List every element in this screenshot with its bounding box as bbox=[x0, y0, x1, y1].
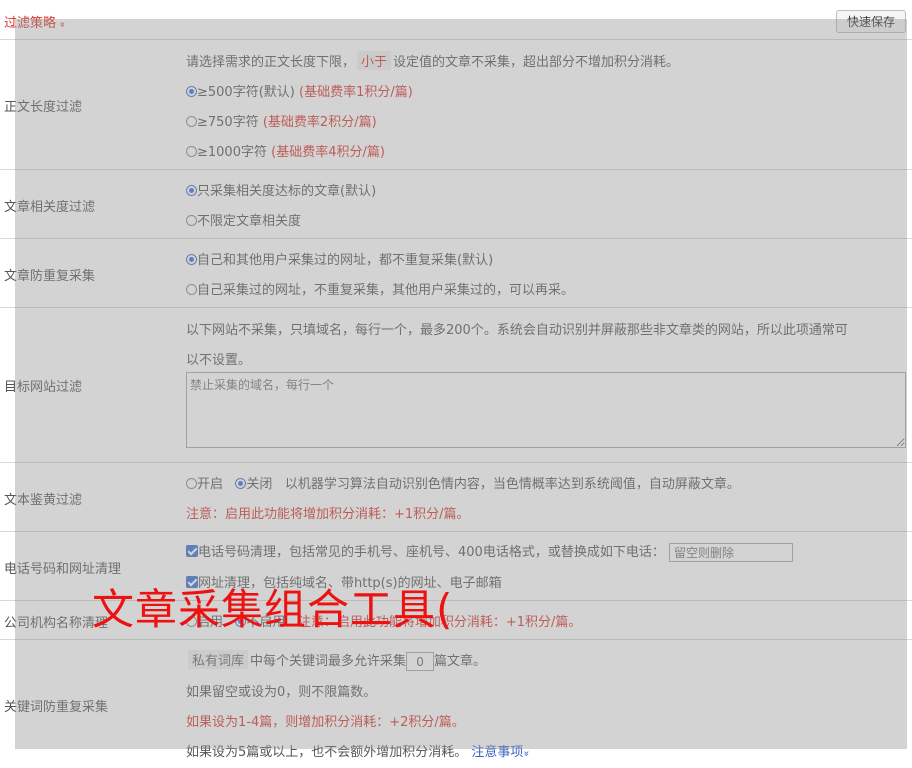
porn-filter-label: 文本鉴黄过滤 bbox=[4, 493, 83, 508]
keyword-dedupe-row: 关键词防重复采集 私有词库中每个关键词最多允许采集 篇文章。 如果留空或设为0，则… bbox=[0, 640, 912, 768]
option-label: ≥750字符 bbox=[197, 115, 259, 130]
chevron-down-icon: » bbox=[521, 750, 532, 757]
quick-save-button[interactable]: 快速保存 bbox=[836, 10, 906, 33]
radio-button[interactable] bbox=[186, 254, 197, 265]
radio-button-off[interactable] bbox=[235, 478, 247, 489]
option-label: ≥500字符(默认) bbox=[197, 85, 295, 100]
radio-button[interactable] bbox=[186, 146, 197, 157]
max-articles-input[interactable] bbox=[406, 652, 435, 671]
radio-button[interactable] bbox=[186, 185, 197, 196]
watermark-text: 文章采集组合工具( bbox=[92, 585, 454, 634]
desc-text: 请选择需求的正文长度下限， bbox=[186, 55, 356, 70]
keyword-text: 中每个关键词最多允许采集 bbox=[250, 654, 407, 669]
site-filter-label: 目标网站过滤 bbox=[4, 380, 83, 395]
porn-filter-row: 文本鉴黄过滤 开启 关闭 以机器学习算法自动识别色情内容，当色情概率达到系统阈值… bbox=[0, 463, 912, 532]
phone-clean-option: 电话号码清理，包括常见的手机号、座机号、400电话格式，或替换成如下电话： bbox=[186, 541, 793, 562]
length-option-1000[interactable]: ≥1000字符 (基础费率4积分/篇) bbox=[186, 141, 385, 160]
keyword-text: 如果设为5篇或以上，也不会额外增加积分消耗。 bbox=[186, 745, 468, 760]
option-label: 只采集相关度达标的文章(默认) bbox=[197, 184, 377, 199]
notes-link[interactable]: 注意事项» bbox=[471, 745, 532, 760]
keyword-dedupe-line-3: 如果设为1-4篇，则增加积分消耗：+2积分/篇。 bbox=[186, 715, 465, 730]
keyword-dedupe-label: 关键词防重复采集 bbox=[4, 700, 109, 715]
blocked-domains-textarea[interactable] bbox=[186, 372, 906, 448]
radio-button-on[interactable] bbox=[186, 478, 197, 489]
site-filter-desc-2: 以不设置。 bbox=[186, 353, 252, 368]
option-note: (基础费率4积分/篇) bbox=[271, 145, 385, 160]
dedupe-label: 文章防重复采集 bbox=[4, 269, 96, 284]
private-lexicon-tag[interactable]: 私有词库 bbox=[188, 650, 249, 669]
dedupe-option-all[interactable]: 自己和其他用户采集过的网址，都不重复采集(默认) bbox=[186, 249, 493, 268]
length-filter-desc: 请选择需求的正文长度下限， 小于 设定值的文章不采集，超出部分不增加积分消耗。 bbox=[186, 51, 679, 70]
radio-button[interactable] bbox=[186, 86, 197, 97]
phone-url-label: 电话号码和网址清理 bbox=[4, 562, 122, 577]
desc-text: 设定值的文章不采集，超出部分不增加积分消耗。 bbox=[393, 55, 680, 70]
section-title-text: 过滤策略 bbox=[4, 16, 57, 31]
radio-button[interactable] bbox=[186, 284, 197, 295]
option-label: 不限定文章相关度 bbox=[197, 214, 302, 229]
dedupe-option-self[interactable]: 自己采集过的网址，不重复采集，其他用户采集过的，可以再采。 bbox=[186, 279, 574, 298]
less-than-tag: 小于 bbox=[357, 51, 392, 70]
keyword-dedupe-line-2: 如果留空或设为0，则不限篇数。 bbox=[186, 685, 377, 700]
radio-button[interactable] bbox=[186, 215, 197, 226]
section-header: 过滤策略» 快速保存 bbox=[0, 0, 912, 40]
length-filter-label: 正文长度过滤 bbox=[4, 100, 83, 115]
keyword-dedupe-line-4: 如果设为5篇或以上，也不会额外增加积分消耗。 注意事项» bbox=[186, 741, 532, 760]
option-label: 自己采集过的网址，不重复采集，其他用户采集过的，可以再采。 bbox=[197, 283, 575, 298]
dedupe-row: 文章防重复采集 自己和其他用户采集过的网址，都不重复采集(默认) 自己采集过的网… bbox=[0, 239, 912, 308]
relevance-option-standard[interactable]: 只采集相关度达标的文章(默认) bbox=[186, 180, 376, 199]
option-label: 关闭 bbox=[246, 477, 273, 492]
filter-strategy-title[interactable]: 过滤策略» bbox=[4, 12, 68, 31]
chevron-down-icon: » bbox=[56, 21, 68, 28]
option-note: (基础费率1积分/篇) bbox=[299, 85, 413, 100]
length-option-750[interactable]: ≥750字符 (基础费率2积分/篇) bbox=[186, 111, 377, 130]
length-filter-row: 正文长度过滤 请选择需求的正文长度下限， 小于 设定值的文章不采集，超出部分不增加积… bbox=[0, 40, 912, 170]
porn-filter-options: 开启 关闭 以机器学习算法自动识别色情内容，当色情概率达到系统阈值，自动屏蔽文章… bbox=[186, 473, 740, 492]
relevance-filter-label: 文章相关度过滤 bbox=[4, 200, 96, 215]
relevance-option-unlimited[interactable]: 不限定文章相关度 bbox=[186, 210, 301, 229]
keyword-dedupe-line-1: 私有词库中每个关键词最多允许采集 篇文章。 bbox=[186, 650, 486, 671]
option-label: ≥1000字符 bbox=[197, 145, 267, 160]
site-filter-desc-1: 以下网站不采集，只填域名，每行一个，最多200个。系统会自动识别并屏蔽那些非文章… bbox=[186, 323, 848, 338]
phone-clean-checkbox[interactable] bbox=[186, 545, 198, 557]
porn-filter-note: 注意：启用此功能将增加积分消耗：+1积分/篇。 bbox=[186, 507, 470, 522]
porn-filter-desc: 以机器学习算法自动识别色情内容，当色情概率达到系统阈值，自动屏蔽文章。 bbox=[284, 477, 740, 492]
option-label: 自己和其他用户采集过的网址，都不重复采集(默认) bbox=[197, 253, 494, 268]
length-option-500[interactable]: ≥500字符(默认) (基础费率1积分/篇) bbox=[186, 81, 413, 100]
option-label: 电话号码清理，包括常见的手机号、座机号、400电话格式，或替换成如下电话： bbox=[198, 545, 665, 560]
radio-button[interactable] bbox=[186, 116, 197, 127]
replacement-phone-input[interactable] bbox=[668, 543, 793, 562]
option-note: (基础费率2积分/篇) bbox=[262, 115, 377, 130]
relevance-filter-row: 文章相关度过滤 只采集相关度达标的文章(默认) 不限定文章相关度 bbox=[0, 170, 912, 239]
notes-link-text: 注意事项 bbox=[471, 745, 524, 760]
option-label: 开启 bbox=[197, 477, 224, 492]
keyword-text: 篇文章。 bbox=[434, 654, 487, 669]
